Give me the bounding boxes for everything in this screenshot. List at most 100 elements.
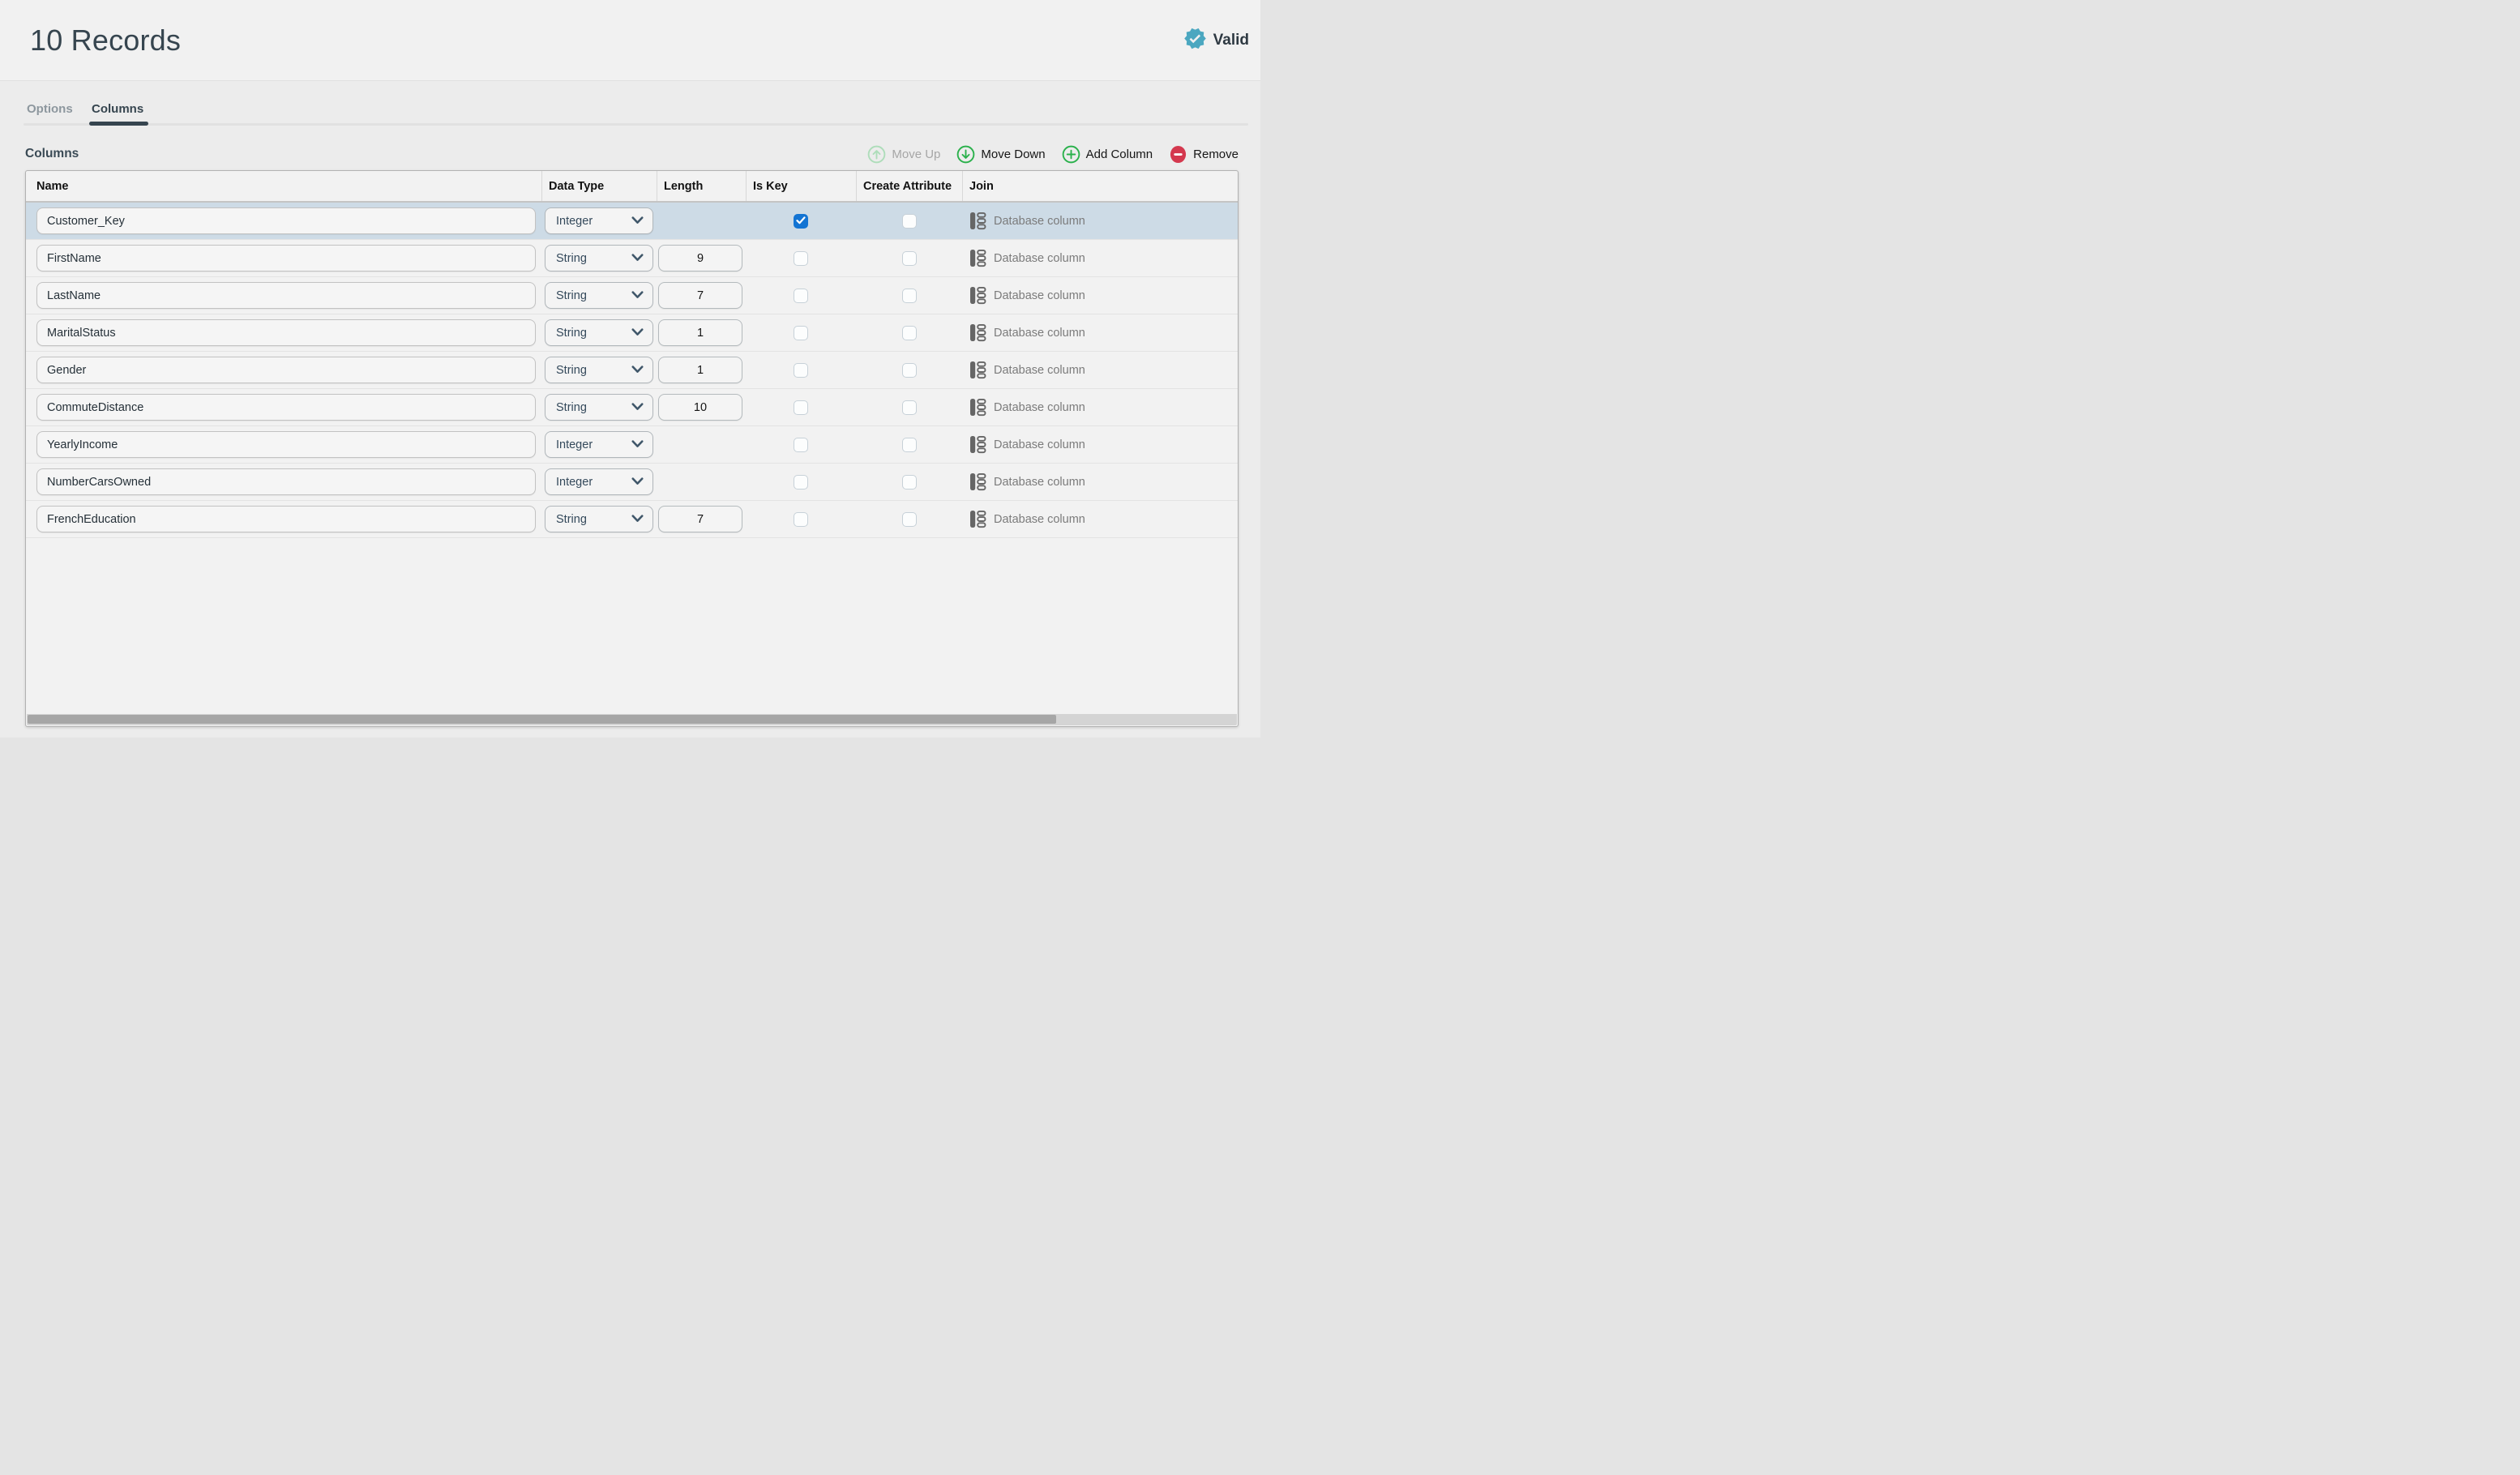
is-key-checkbox[interactable]	[794, 214, 808, 229]
length-input[interactable]	[658, 319, 742, 346]
data-type-cell: String	[541, 389, 657, 425]
create-attribute-checkbox[interactable]	[902, 214, 917, 229]
is-key-checkbox[interactable]	[794, 438, 808, 452]
table-row[interactable]: String Database column	[26, 277, 1238, 314]
join-cell[interactable]: Database column	[962, 314, 1238, 351]
column-name-input[interactable]	[36, 394, 536, 421]
column-editor-page: 10 Records Valid Options Columns Columns	[0, 0, 1260, 738]
data-type-select[interactable]: Integer	[545, 468, 653, 495]
column-name-input[interactable]	[36, 207, 536, 234]
add-column-button[interactable]: Add Column	[1062, 145, 1153, 164]
join-cell[interactable]: Database column	[962, 352, 1238, 388]
table-row[interactable]: Integer Database column	[26, 203, 1238, 240]
join-cell[interactable]: Database column	[962, 501, 1238, 537]
create-attribute-checkbox[interactable]	[902, 363, 917, 378]
chevron-down-icon	[631, 438, 644, 451]
join-cell[interactable]: Database column	[962, 389, 1238, 425]
data-type-select[interactable]: String	[545, 394, 653, 421]
create-attribute-checkbox[interactable]	[902, 475, 917, 490]
create-attribute-checkbox[interactable]	[902, 326, 917, 340]
horizontal-scrollbar[interactable]	[27, 714, 1237, 725]
join-cell[interactable]: Database column	[962, 240, 1238, 276]
chevron-down-icon	[631, 327, 644, 340]
column-name-input[interactable]	[36, 282, 536, 309]
column-name-input[interactable]	[36, 357, 536, 383]
is-key-checkbox[interactable]	[794, 400, 808, 415]
join-cell[interactable]: Database column	[962, 277, 1238, 314]
join-type-label: Database column	[994, 215, 1085, 228]
data-type-select[interactable]: Integer	[545, 207, 653, 234]
create-attribute-cell	[856, 389, 962, 425]
status-badge: Valid	[1183, 27, 1249, 54]
columns-section-header: Columns Move Up Move Down	[25, 138, 1239, 170]
scrollbar-thumb[interactable]	[28, 715, 1056, 724]
is-key-checkbox[interactable]	[794, 363, 808, 378]
name-cell	[26, 277, 541, 314]
verified-badge-icon	[1183, 27, 1207, 54]
join-type-label: Database column	[994, 364, 1085, 377]
is-key-checkbox[interactable]	[794, 326, 808, 340]
table-row[interactable]: String Database column	[26, 501, 1238, 538]
data-type-value: String	[556, 289, 587, 302]
column-header-name: Name	[26, 171, 541, 201]
create-attribute-checkbox[interactable]	[902, 438, 917, 452]
join-cell[interactable]: Database column	[962, 426, 1238, 463]
arrow-up-circle-icon	[867, 145, 886, 164]
length-input[interactable]	[658, 506, 742, 532]
length-cell	[657, 389, 746, 425]
length-cell	[657, 314, 746, 351]
tab-bar: Options Columns	[24, 81, 1248, 126]
create-attribute-checkbox[interactable]	[902, 400, 917, 415]
create-attribute-checkbox[interactable]	[902, 251, 917, 266]
is-key-checkbox[interactable]	[794, 512, 808, 527]
create-attribute-cell	[856, 464, 962, 500]
table-row[interactable]: Integer Database column	[26, 464, 1238, 501]
move-down-button[interactable]: Move Down	[956, 145, 1045, 164]
column-name-input[interactable]	[36, 468, 536, 495]
data-type-select[interactable]: String	[545, 319, 653, 346]
table-row[interactable]: String Database column	[26, 314, 1238, 352]
database-column-icon	[969, 323, 986, 342]
remove-label: Remove	[1193, 148, 1239, 161]
create-attribute-cell	[856, 203, 962, 239]
column-name-input[interactable]	[36, 431, 536, 458]
length-input[interactable]	[658, 245, 742, 271]
column-name-input[interactable]	[36, 245, 536, 271]
create-attribute-checkbox[interactable]	[902, 512, 917, 527]
join-cell[interactable]: Database column	[962, 464, 1238, 500]
table-row[interactable]: String Database column	[26, 240, 1238, 277]
create-attribute-checkbox[interactable]	[902, 289, 917, 303]
table-row[interactable]: Integer Database column	[26, 426, 1238, 464]
is-key-checkbox[interactable]	[794, 475, 808, 490]
join-cell[interactable]: Database column	[962, 203, 1238, 239]
database-column-icon	[969, 398, 986, 417]
table-row[interactable]: String Database column	[26, 352, 1238, 389]
column-header-join: Join	[962, 171, 1238, 201]
column-header-length: Length	[657, 171, 746, 201]
move-up-button[interactable]: Move Up	[867, 145, 940, 164]
data-type-select[interactable]: String	[545, 357, 653, 383]
length-input[interactable]	[658, 357, 742, 383]
remove-button[interactable]: Remove	[1169, 145, 1239, 164]
length-input[interactable]	[658, 394, 742, 421]
length-cell	[657, 426, 746, 463]
data-type-select[interactable]: Integer	[545, 431, 653, 458]
create-attribute-cell	[856, 501, 962, 537]
plus-circle-icon	[1062, 145, 1080, 164]
data-type-select[interactable]: String	[545, 245, 653, 271]
column-name-input[interactable]	[36, 319, 536, 346]
length-input[interactable]	[658, 282, 742, 309]
length-cell	[657, 501, 746, 537]
tab-options[interactable]: Options	[27, 102, 73, 116]
data-type-select[interactable]: String	[545, 506, 653, 532]
name-cell	[26, 389, 541, 425]
arrow-down-circle-icon	[956, 145, 975, 164]
is-key-checkbox[interactable]	[794, 251, 808, 266]
table-row[interactable]: String Database column	[26, 389, 1238, 426]
is-key-checkbox[interactable]	[794, 289, 808, 303]
data-type-select[interactable]: String	[545, 282, 653, 309]
column-name-input[interactable]	[36, 506, 536, 532]
is-key-cell	[746, 352, 856, 388]
data-type-value: String	[556, 327, 587, 340]
tab-columns[interactable]: Columns	[92, 102, 143, 116]
